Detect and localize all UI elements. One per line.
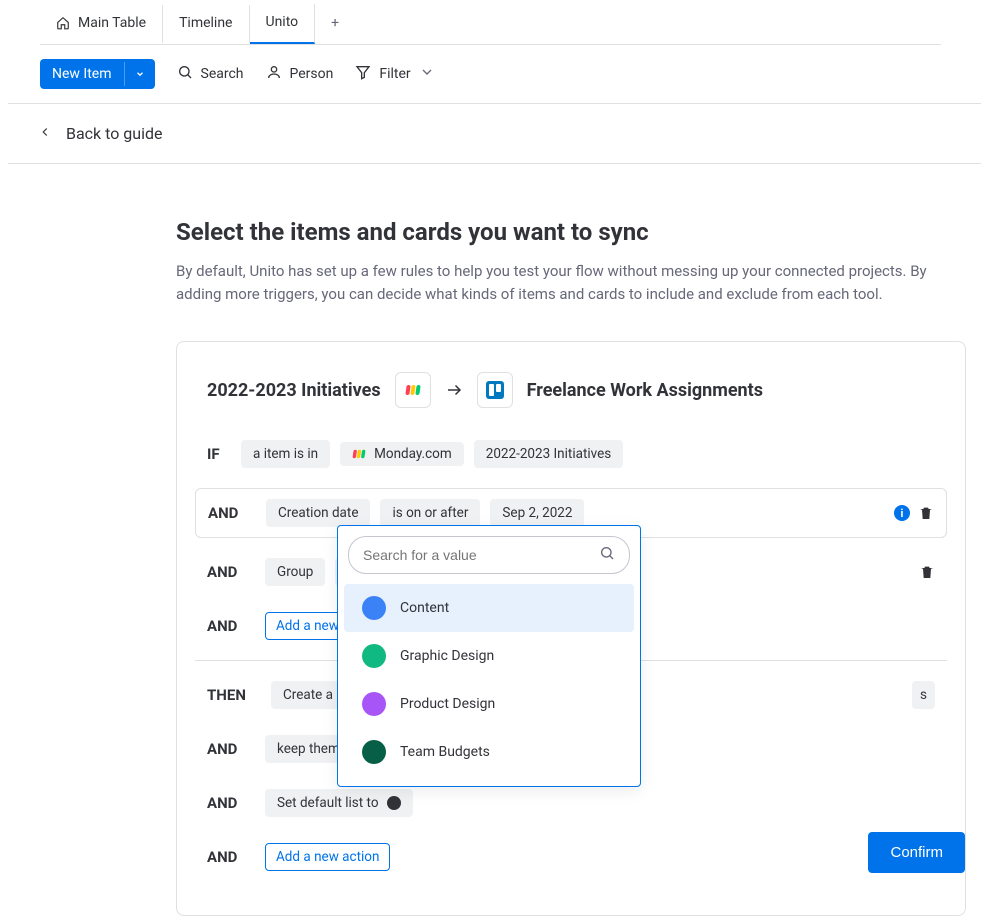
and-keyword: AND bbox=[207, 794, 255, 812]
field-chip[interactable]: Group bbox=[265, 558, 325, 586]
add-action-button[interactable]: Add a new action bbox=[265, 843, 390, 871]
and-keyword: AND bbox=[207, 617, 255, 635]
trello-logo-icon bbox=[477, 372, 513, 408]
chevron-left-icon bbox=[38, 124, 52, 143]
action-chip[interactable]: Set default list to bbox=[265, 789, 413, 817]
tab-label: Unito bbox=[266, 14, 299, 30]
dest-suffix-chip: s bbox=[912, 681, 935, 709]
tool-label: Filter bbox=[379, 66, 410, 82]
search-icon bbox=[177, 64, 193, 84]
tab-timeline[interactable]: Timeline bbox=[163, 5, 249, 43]
search-icon bbox=[599, 545, 615, 565]
chevron-down-icon[interactable] bbox=[124, 62, 155, 86]
arrow-right-icon bbox=[445, 381, 463, 399]
and-keyword: AND bbox=[208, 504, 256, 522]
board-chip: 2022-2023 Initiatives bbox=[474, 440, 624, 468]
field-chip[interactable]: Creation date bbox=[266, 499, 370, 527]
list-dot-icon bbox=[387, 796, 401, 810]
option-label: Graphic Design bbox=[400, 648, 494, 664]
value-chip[interactable]: Sep 2, 2022 bbox=[490, 499, 584, 527]
filter-button[interactable]: Filter bbox=[355, 64, 434, 84]
monday-tool-chip: Monday.com bbox=[340, 442, 464, 466]
color-dot-icon bbox=[362, 740, 386, 764]
and-keyword: AND bbox=[207, 563, 255, 581]
chevron-down-icon bbox=[419, 64, 435, 84]
home-icon bbox=[56, 16, 70, 30]
monday-logo-icon bbox=[395, 372, 431, 408]
operator-chip[interactable]: is on or after bbox=[380, 499, 480, 527]
chip-label: Monday.com bbox=[374, 446, 452, 462]
trash-icon[interactable] bbox=[919, 564, 935, 580]
confirm-button[interactable]: Confirm bbox=[868, 832, 965, 873]
option-label: Team Budgets bbox=[400, 744, 490, 760]
option-label: Product Design bbox=[400, 696, 495, 712]
color-dot-icon bbox=[362, 596, 386, 620]
tab-unito[interactable]: Unito bbox=[250, 4, 316, 44]
tool-label: Person bbox=[290, 66, 334, 82]
dropdown-option-content[interactable]: Content bbox=[344, 584, 634, 632]
search-button[interactable]: Search bbox=[177, 64, 244, 84]
back-label: Back to guide bbox=[66, 124, 163, 143]
if-keyword: IF bbox=[207, 445, 231, 463]
filter-icon bbox=[355, 64, 371, 84]
dropdown-option-team-budgets[interactable]: Team Budgets bbox=[344, 728, 634, 776]
color-dot-icon bbox=[362, 692, 386, 716]
dropdown-search[interactable] bbox=[348, 536, 630, 574]
dropdown-option-product-design[interactable]: Product Design bbox=[344, 680, 634, 728]
tab-add[interactable]: + bbox=[315, 5, 355, 43]
value-dropdown: Content Graphic Design Product Design Te… bbox=[337, 525, 641, 787]
flow-dest-title: Freelance Work Assignments bbox=[527, 380, 763, 401]
chip-label: Add a new action bbox=[276, 849, 379, 865]
info-icon[interactable]: i bbox=[894, 505, 910, 521]
page-subtitle: By default, Unito has set up a few rules… bbox=[176, 260, 941, 305]
page-title: Select the items and cards you want to s… bbox=[176, 218, 941, 246]
tab-main-table[interactable]: Main Table bbox=[40, 5, 163, 43]
plus-icon: + bbox=[331, 15, 339, 31]
flow-source-title: 2022-2023 Initiatives bbox=[207, 380, 381, 401]
option-label: Content bbox=[400, 600, 449, 616]
if-condition-chip: a item is in bbox=[241, 440, 330, 468]
back-to-guide-link[interactable]: Back to guide bbox=[0, 104, 981, 163]
dropdown-option-graphic-design[interactable]: Graphic Design bbox=[344, 632, 634, 680]
and-keyword: AND bbox=[207, 848, 255, 866]
person-button[interactable]: Person bbox=[266, 64, 334, 84]
person-icon bbox=[266, 64, 282, 84]
tab-label: Main Table bbox=[78, 15, 146, 31]
color-dot-icon bbox=[362, 644, 386, 668]
tool-label: Search bbox=[201, 66, 244, 82]
then-keyword: THEN bbox=[207, 686, 261, 704]
new-item-label: New Item bbox=[40, 59, 124, 89]
new-item-button[interactable]: New Item bbox=[40, 59, 155, 89]
tab-label: Timeline bbox=[179, 15, 232, 31]
trash-icon[interactable] bbox=[918, 505, 934, 521]
rules-card: 2022-2023 Initiatives Freelance Work Ass… bbox=[176, 341, 966, 916]
chip-label: Set default list to bbox=[277, 795, 379, 811]
search-input[interactable] bbox=[363, 547, 591, 563]
and-keyword: AND bbox=[207, 740, 255, 758]
